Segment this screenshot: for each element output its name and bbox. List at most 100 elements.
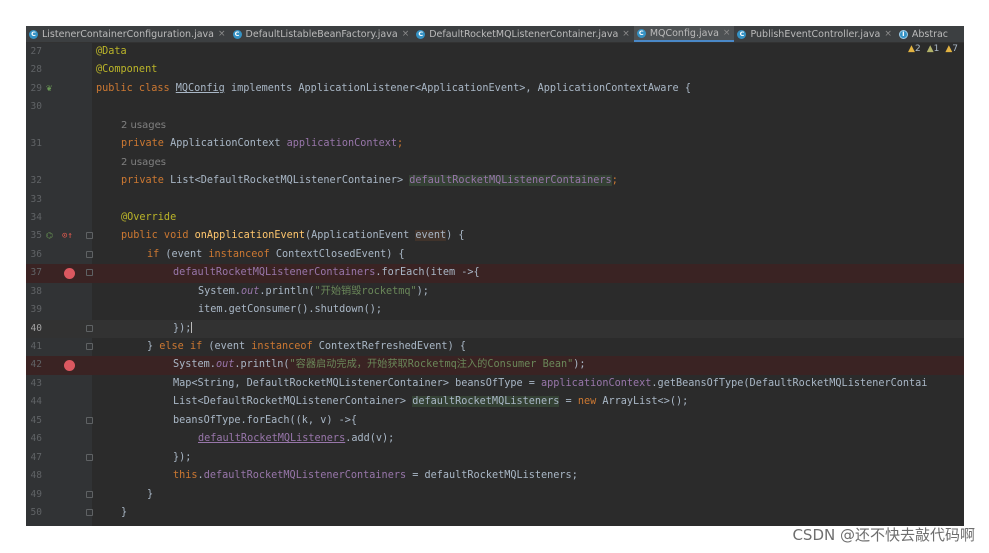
code-line-current[interactable]: 40 });	[26, 319, 964, 338]
tab-listener-container-configuration[interactable]: C ListenerContainerConfiguration.java ×	[26, 26, 230, 42]
code-line[interactable]: 44 List<DefaultRocketMQListenerContainer…	[26, 393, 964, 411]
code-line[interactable]: 49 }	[26, 486, 964, 504]
code-line[interactable]: 27 @Data	[26, 43, 964, 61]
line-number: 41	[30, 341, 42, 352]
line-number: 39	[30, 304, 42, 316]
code-line[interactable]: 39 item.getConsumer().shutdown();	[26, 301, 964, 319]
code-line[interactable]: 46 defaultRocketMQListeners.add(v);	[26, 430, 964, 448]
breakpoint-icon[interactable]	[64, 360, 75, 372]
code-text: });	[173, 451, 192, 463]
code-text: defaultRocketMQListenerContainers.forEac…	[173, 267, 480, 279]
close-icon[interactable]: ×	[218, 29, 226, 39]
code-line[interactable]: 50 }	[26, 504, 964, 522]
tab-default-rocketmq-listener-container[interactable]: C DefaultRocketMQListenerContainer.java …	[413, 26, 634, 42]
line-number: 45	[30, 414, 42, 426]
class-icon: C	[416, 29, 426, 39]
code-editor[interactable]: 27 @Data 28 @Component 29 ❦ public class…	[26, 43, 964, 522]
tab-label: DefaultListableBeanFactory.java	[245, 28, 398, 40]
code-line[interactable]: 38 System.out.println("开始销毁rocketmq");	[26, 283, 964, 301]
usages-hint[interactable]: 2 usages	[121, 117, 166, 135]
code-text: @Data	[96, 46, 127, 57]
line-number: 42	[30, 359, 42, 371]
code-line[interactable]: 28 @Component	[26, 61, 964, 79]
code-line[interactable]: 41 } else if (event instanceof ContextRe…	[26, 338, 964, 356]
line-number: 49	[30, 488, 42, 500]
editor-tab-bar: C ListenerContainerConfiguration.java × …	[26, 26, 964, 43]
fold-icon[interactable]	[86, 269, 93, 277]
code-text: System.out.println("开始销毁rocketmq");	[198, 285, 429, 297]
fold-icon[interactable]	[86, 343, 93, 350]
code-line[interactable]: 29 ❦ public class MQConfig implements Ap…	[26, 80, 964, 98]
fold-icon[interactable]	[86, 508, 93, 516]
abstract-class-icon: I	[898, 29, 908, 39]
tab-label: ListenerContainerConfiguration.java	[42, 28, 214, 40]
close-icon[interactable]: ×	[402, 29, 410, 39]
code-text: Map<String, DefaultRocketMQListenerConta…	[173, 377, 928, 389]
tab-label: MQConfig.java	[649, 27, 719, 39]
line-number: 38	[30, 285, 42, 297]
line-number: 50	[30, 506, 42, 518]
fold-icon[interactable]	[86, 453, 93, 461]
code-line[interactable]: 48 this.defaultRocketMQListenerContainer…	[26, 467, 964, 485]
code-line[interactable]: 43 Map<String, DefaultRocketMQListenerCo…	[26, 375, 964, 393]
code-line[interactable]: 36 if (event instanceof ContextClosedEve…	[26, 246, 964, 264]
code-text: private List<DefaultRocketMQListenerCont…	[121, 175, 618, 187]
code-text: System.out.println("容器启动完成，开始获取Rocketmq注…	[173, 359, 586, 371]
code-text: } else if (event instanceof ContextRefre…	[147, 341, 466, 352]
code-text: }	[121, 506, 128, 518]
code-text: if (event instanceof ContextClosedEvent)…	[147, 248, 405, 260]
tab-publish-event-controller[interactable]: C PublishEventController.java ×	[734, 26, 895, 42]
code-text: beansOfType.forEach((k, v) ->{	[173, 414, 358, 426]
close-icon[interactable]: ×	[622, 29, 630, 39]
class-icon: C	[737, 29, 747, 39]
line-number: 34	[30, 211, 42, 223]
line-number: 33	[30, 193, 42, 205]
line-number: 27	[30, 46, 42, 57]
fold-icon[interactable]	[86, 250, 93, 258]
tab-label: PublishEventController.java	[750, 28, 881, 40]
fold-icon[interactable]	[86, 416, 93, 424]
code-line[interactable]: 35 ⌬ ⊙↑ public void onApplicationEvent(A…	[26, 227, 964, 245]
tab-abstract[interactable]: I Abstrac	[896, 26, 952, 42]
code-text: defaultRocketMQListeners.add(v);	[198, 433, 395, 445]
line-number: 29	[30, 82, 42, 94]
breakpoint-icon[interactable]	[64, 268, 75, 280]
code-line-breakpoint[interactable]: 37 defaultRocketMQListenerContainers.for…	[26, 264, 964, 283]
code-text: public class MQConfig implements Applica…	[96, 82, 691, 94]
code-text: item.getConsumer().shutdown();	[198, 304, 383, 316]
line-number: 47	[30, 451, 42, 463]
text-caret	[191, 322, 193, 334]
watermark: CSDN @还不快去敲代码啊	[792, 526, 975, 544]
fold-icon[interactable]	[86, 232, 93, 240]
code-line[interactable]: 33	[26, 191, 964, 209]
code-line[interactable]: 30	[26, 98, 964, 116]
close-icon[interactable]: ×	[884, 29, 892, 39]
usage-hint-line: 2 usages	[26, 154, 964, 172]
spring-bean-icon[interactable]: ❦	[46, 83, 52, 95]
line-number: 31	[30, 138, 42, 150]
tab-mqconfig[interactable]: C MQConfig.java ×	[633, 26, 735, 42]
tab-default-listable-bean-factory[interactable]: C DefaultListableBeanFactory.java ×	[230, 26, 414, 42]
line-number: 40	[30, 322, 42, 334]
code-line[interactable]: 45 beansOfType.forEach((k, v) ->{	[26, 412, 964, 430]
usages-hint[interactable]: 2 usages	[121, 154, 166, 172]
code-line[interactable]: 31 private ApplicationContext applicatio…	[26, 135, 964, 153]
code-line-breakpoint[interactable]: 42 System.out.println("容器启动完成，开始获取Rocket…	[26, 356, 964, 375]
override-icon[interactable]: ⊙↑	[62, 230, 73, 242]
close-icon[interactable]: ×	[723, 28, 731, 38]
fold-icon[interactable]	[86, 490, 93, 498]
line-number: 36	[30, 248, 42, 260]
code-line[interactable]: 32 private List<DefaultRocketMQListenerC…	[26, 172, 964, 190]
tab-label: DefaultRocketMQListenerContainer.java	[429, 28, 619, 40]
class-icon: C	[29, 29, 38, 39]
code-line[interactable]: 47 });	[26, 449, 964, 467]
code-text: public void onApplicationEvent(Applicati…	[121, 230, 465, 242]
line-number: 46	[30, 433, 42, 445]
code-line[interactable]: 34 @Override	[26, 209, 964, 227]
code-text: private ApplicationContext applicationCo…	[121, 138, 404, 150]
class-icon: C	[232, 29, 242, 39]
code-text: @Override	[121, 211, 177, 223]
line-number: 48	[30, 470, 42, 482]
fold-icon[interactable]	[86, 324, 93, 332]
bean-method-icon[interactable]: ⌬	[46, 230, 53, 242]
